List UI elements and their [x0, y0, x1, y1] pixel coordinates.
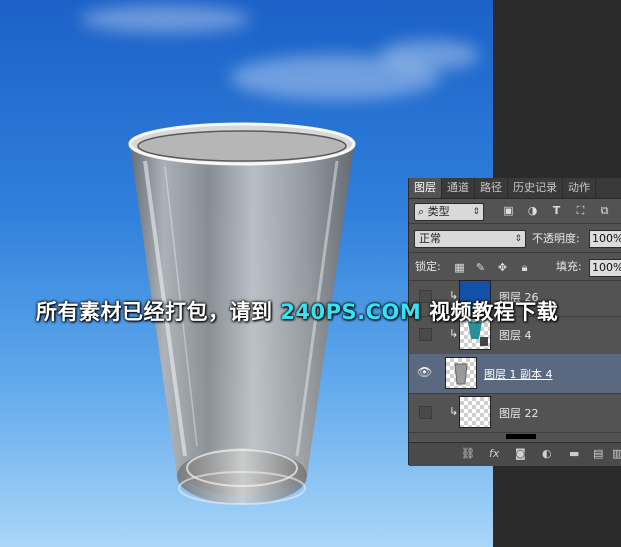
divider	[409, 252, 621, 253]
chevron-updown-icon: ⇕	[472, 207, 480, 217]
mask-icon[interactable]: ◙	[515, 447, 526, 460]
trash-icon[interactable]: ▥	[612, 447, 621, 460]
fx-icon[interactable]: fx	[489, 447, 499, 460]
layer-thumbnail	[445, 357, 477, 389]
clipping-arrow-icon: ↳	[449, 327, 459, 340]
lock-transparent-icon[interactable]: ▦	[453, 261, 466, 274]
filter-kind-value: 类型	[427, 205, 450, 218]
adjustment-icon[interactable]: ◐	[542, 447, 552, 460]
layer-row-selected[interactable]: 👁︎ 图层 1 副本 4	[409, 354, 621, 394]
layer-name: 图层 4	[499, 329, 532, 342]
layer-filter-row: ⌕ 类型 ⇕ ▣ ◑ T ⛶ ⧉	[409, 200, 621, 222]
cloud	[80, 5, 250, 33]
layer-thumbnail	[459, 396, 491, 428]
glass-thumb	[454, 363, 468, 385]
layer-name: 图层 22	[499, 407, 539, 420]
lock-all-icon[interactable]: 🔒︎	[518, 261, 531, 274]
opacity-label: 不透明度:	[532, 232, 580, 245]
opacity-field[interactable]: 100%	[589, 230, 621, 248]
layer-row[interactable]: ↳ 图层 22	[409, 393, 621, 433]
visibility-toggle[interactable]	[419, 406, 432, 419]
tab-paths[interactable]: 路径	[475, 178, 508, 198]
tab-history[interactable]: 历史记录	[508, 178, 563, 198]
layer-name[interactable]: 图层 1 副本 4	[484, 366, 553, 382]
tab-layers[interactable]: 图层	[409, 178, 442, 198]
lock-label: 锁定:	[415, 260, 441, 273]
fill-label: 填充:	[556, 260, 582, 273]
visibility-toggle[interactable]	[419, 328, 432, 341]
blend-mode-dropdown[interactable]: 正常 ⇕	[414, 230, 526, 248]
filter-kind-dropdown[interactable]: ⌕ 类型 ⇕	[414, 203, 484, 221]
watermark-brand: 240PS.COM	[280, 300, 422, 324]
clipping-arrow-icon: ↳	[449, 405, 459, 418]
search-icon: ⌕	[418, 205, 425, 218]
adjustment-filter-icon[interactable]: ◑	[526, 204, 539, 217]
lock-image-icon[interactable]: ✎	[474, 261, 487, 274]
panel-tabs: 图层 通道 路径 历史记录 动作	[409, 178, 621, 199]
watermark-banner: 所有素材已经打包，请到 240PS.COM 视频教程下载	[36, 296, 558, 326]
link-icon[interactable]: ⛓︎	[461, 447, 475, 460]
divider	[409, 223, 621, 224]
folder-icon[interactable]: ▬	[569, 447, 579, 460]
watermark-suffix: 视频教程下载	[429, 300, 559, 324]
pixel-filter-icon[interactable]: ▣	[502, 204, 515, 217]
type-filter-icon[interactable]: T	[550, 204, 563, 217]
blend-mode-value: 正常	[419, 232, 441, 245]
lock-position-icon[interactable]: ✥	[496, 261, 509, 274]
smart-object-filter-icon[interactable]: ⧉	[598, 204, 611, 217]
shape-filter-icon[interactable]: ⛶	[574, 204, 587, 217]
tab-actions[interactable]: 动作	[563, 178, 596, 198]
new-layer-icon[interactable]: ▤	[593, 447, 603, 460]
tab-channels[interactable]: 通道	[442, 178, 475, 198]
scrollbar-thumb[interactable]	[506, 434, 536, 439]
chevron-updown-icon: ⇕	[514, 234, 522, 244]
layers-panel-footer: ⛓︎ fx ◙ ◐ ▬ ▤ ▥	[409, 442, 621, 466]
fill-field[interactable]: 100%	[589, 259, 621, 277]
watermark-prefix: 所有素材已经打包，请到	[36, 300, 273, 324]
eye-icon[interactable]: 👁︎	[417, 365, 432, 379]
cloud	[380, 40, 480, 70]
